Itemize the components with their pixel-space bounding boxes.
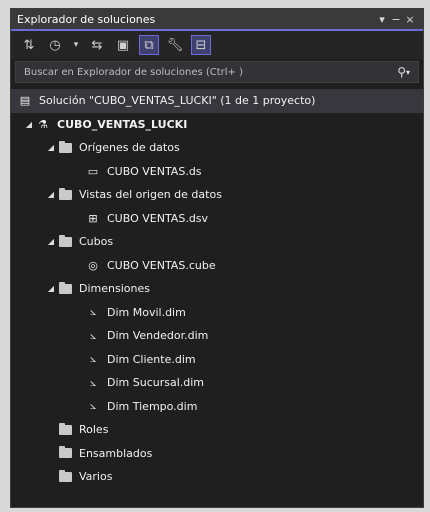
folder-icon <box>57 281 73 296</box>
folder-icon <box>57 140 73 155</box>
wrench-icon[interactable]: 🔧︎ <box>165 35 185 55</box>
tree-item-dim-cliente[interactable]: ⦣ Dim Cliente.dim <box>11 348 423 372</box>
toolbar: ⇅ ◷ ▾ ⇆ ▣ ⧉ 🔧︎ ⊟ <box>11 31 423 59</box>
file-label: Dim Vendedor.dim <box>107 329 209 343</box>
show-all-files-icon[interactable]: ▣ <box>113 35 133 55</box>
solution-label: Solución "CUBO_VENTAS_LUCKI" (1 de 1 pro… <box>39 94 316 108</box>
solution-tree: ▤ Solución "CUBO_VENTAS_LUCKI" (1 de 1 p… <box>11 87 423 489</box>
sync-icon[interactable]: ⇅ <box>19 35 39 55</box>
tree-item-varios[interactable]: Varios <box>11 465 423 489</box>
tree-item-dim-vendedor[interactable]: ⦣ Dim Vendedor.dim <box>11 324 423 348</box>
expand-arrow-icon[interactable]: ◢ <box>45 237 57 246</box>
dropdown-icon[interactable]: ▾ <box>71 35 81 55</box>
tree-item-dimensiones[interactable]: ◢ Dimensiones <box>11 277 423 301</box>
tree-item-dsv[interactable]: ⊞ CUBO VENTAS.dsv <box>11 207 423 231</box>
project-label: CUBO_VENTAS_LUCKI <box>57 117 188 131</box>
project-icon: ⚗ <box>38 117 48 131</box>
folder-label: Dimensiones <box>79 282 150 296</box>
folder-label: Roles <box>79 423 109 437</box>
folder-icon <box>57 234 73 249</box>
tree-item-roles[interactable]: Roles <box>11 418 423 442</box>
dimension-icon: ⦣ <box>89 399 97 413</box>
data-source-icon: ▭ <box>87 164 99 178</box>
pending-changes-icon[interactable]: ⇆ <box>87 35 107 55</box>
preview-icon[interactable]: ⧉ <box>139 35 159 55</box>
folder-label: Orígenes de datos <box>79 141 180 155</box>
tree-item-cube[interactable]: ◎ CUBO VENTAS.cube <box>11 254 423 278</box>
file-label: CUBO VENTAS.ds <box>107 164 202 178</box>
expand-arrow-icon[interactable]: ◢ <box>45 143 57 152</box>
dimension-icon: ⦣ <box>89 352 97 366</box>
folder-label: Cubos <box>79 235 114 249</box>
folder-label: Ensamblados <box>79 446 153 460</box>
search-bar: ⚲ ▾ <box>15 61 419 83</box>
expand-arrow-icon[interactable]: ◢ <box>45 190 57 199</box>
solution-icon: ▤ <box>19 94 31 108</box>
tree-item-cubos[interactable]: ◢ Cubos <box>11 230 423 254</box>
solution-explorer-panel: Explorador de soluciones ▾ − × ⇅ ◷ ▾ ⇆ ▣… <box>10 8 424 508</box>
folder-label: Varios <box>79 470 113 484</box>
folder-icon <box>57 422 73 437</box>
dimension-icon: ⦣ <box>89 328 97 342</box>
tree-item-vistas[interactable]: ◢ Vistas del origen de datos <box>11 183 423 207</box>
tree-item-project[interactable]: ◢ ⚗ CUBO_VENTAS_LUCKI <box>11 113 423 137</box>
dimension-icon: ⦣ <box>89 375 97 389</box>
collapse-icon[interactable]: ⊟ <box>191 35 211 55</box>
folder-icon <box>57 469 73 484</box>
pin-icon[interactable]: − <box>389 13 403 26</box>
tree-item-ds[interactable]: ▭ CUBO VENTAS.ds <box>11 160 423 184</box>
panel-title: Explorador de soluciones <box>17 12 156 26</box>
file-label: Dim Tiempo.dim <box>107 399 198 413</box>
expand-arrow-icon[interactable]: ◢ <box>23 120 35 129</box>
folder-label: Vistas del origen de datos <box>79 188 222 202</box>
expand-arrow-icon[interactable]: ◢ <box>45 284 57 293</box>
search-input[interactable] <box>24 66 398 78</box>
search-options-icon[interactable]: ▾ <box>406 68 410 77</box>
file-label: CUBO VENTAS.dsv <box>107 211 209 225</box>
folder-icon <box>57 187 73 202</box>
dimension-icon: ⦣ <box>89 305 97 319</box>
close-icon[interactable]: × <box>403 13 417 26</box>
search-icon[interactable]: ⚲ <box>397 65 406 79</box>
file-label: Dim Movil.dim <box>107 305 186 319</box>
history-icon[interactable]: ◷ <box>45 35 65 55</box>
folder-icon <box>57 446 73 460</box>
title-bar: Explorador de soluciones ▾ − × <box>11 9 423 31</box>
file-label: CUBO VENTAS.cube <box>107 258 216 272</box>
tree-item-solution[interactable]: ▤ Solución "CUBO_VENTAS_LUCKI" (1 de 1 p… <box>11 89 423 113</box>
tree-item-origenes[interactable]: ◢ Orígenes de datos <box>11 136 423 160</box>
file-label: Dim Sucursal.dim <box>107 376 205 390</box>
tree-item-dim-sucursal[interactable]: ⦣ Dim Sucursal.dim <box>11 371 423 395</box>
cube-icon: ◎ <box>88 258 98 272</box>
tree-item-dim-movil[interactable]: ⦣ Dim Movil.dim <box>11 301 423 325</box>
file-label: Dim Cliente.dim <box>107 352 196 366</box>
window-position-icon[interactable]: ▾ <box>375 13 389 26</box>
tree-item-dim-tiempo[interactable]: ⦣ Dim Tiempo.dim <box>11 395 423 419</box>
tree-item-ensamblados[interactable]: Ensamblados <box>11 442 423 466</box>
data-source-view-icon: ⊞ <box>88 211 98 225</box>
